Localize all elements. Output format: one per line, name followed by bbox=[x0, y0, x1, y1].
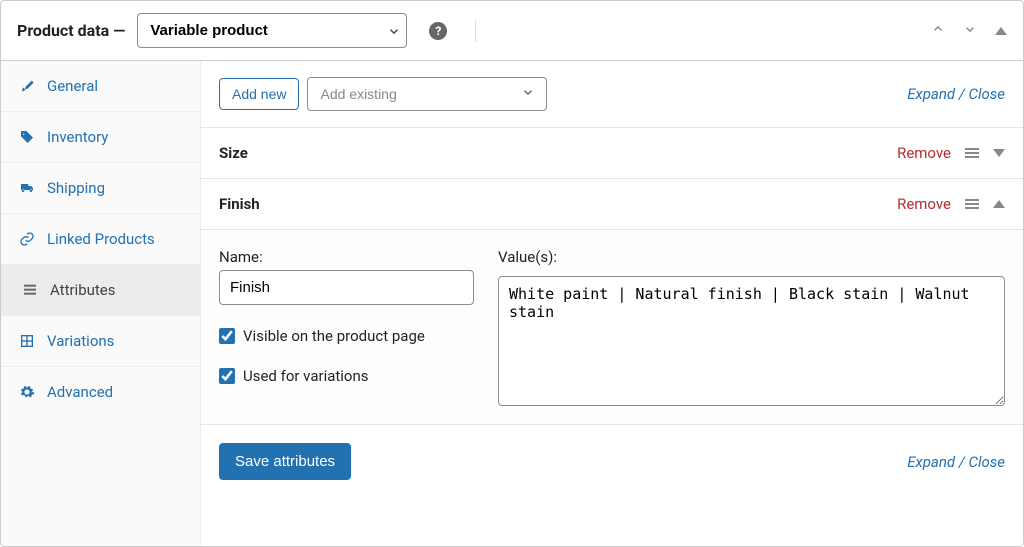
tab-advanced[interactable]: Advanced bbox=[1, 367, 200, 417]
tab-attributes[interactable]: Attributes bbox=[1, 265, 200, 316]
attribute-name-input[interactable] bbox=[219, 270, 474, 305]
drag-handle-icon[interactable] bbox=[965, 148, 979, 158]
attribute-editor-finish: Name: Visible on the product page Used f… bbox=[201, 229, 1023, 424]
divider bbox=[475, 20, 476, 42]
visible-checkbox-row[interactable]: Visible on the product page bbox=[219, 327, 474, 345]
panel-title: Product data — bbox=[17, 21, 125, 40]
attribute-row-finish[interactable]: Finish Remove bbox=[201, 178, 1023, 229]
tab-label: General bbox=[47, 77, 98, 95]
truck-icon bbox=[19, 180, 35, 196]
visible-checkbox[interactable] bbox=[219, 328, 235, 344]
gear-icon bbox=[19, 384, 35, 400]
used-variations-checkbox-row[interactable]: Used for variations bbox=[219, 367, 474, 385]
link-icon bbox=[19, 231, 35, 247]
help-icon[interactable]: ? bbox=[429, 22, 447, 40]
save-attributes-button[interactable]: Save attributes bbox=[219, 443, 351, 480]
attribute-name: Size bbox=[219, 144, 248, 162]
tab-label: Linked Products bbox=[47, 230, 155, 248]
collapse-triangle-icon[interactable] bbox=[993, 200, 1005, 208]
visible-label: Visible on the product page bbox=[243, 327, 425, 345]
expand-link[interactable]: Expand bbox=[907, 85, 955, 103]
expand-close-links: Expand / Close bbox=[907, 85, 1005, 103]
expand-link[interactable]: Expand bbox=[907, 453, 955, 471]
tab-variations[interactable]: Variations bbox=[1, 316, 200, 367]
attribute-name: Finish bbox=[219, 195, 260, 213]
attributes-footer: Save attributes Expand / Close bbox=[201, 424, 1023, 498]
wrench-icon bbox=[19, 78, 35, 94]
product-data-panel: Product data — Variable product ? Genera… bbox=[0, 0, 1024, 547]
tab-label: Advanced bbox=[47, 383, 113, 401]
tab-label: Attributes bbox=[50, 281, 116, 299]
product-type-select[interactable]: Variable product bbox=[137, 13, 407, 48]
tab-general[interactable]: General bbox=[1, 61, 200, 112]
tag-icon bbox=[19, 129, 35, 145]
values-label: Value(s): bbox=[498, 248, 1005, 266]
tab-shipping[interactable]: Shipping bbox=[1, 163, 200, 214]
list-icon bbox=[22, 282, 38, 298]
chevron-down-icon[interactable] bbox=[963, 22, 977, 40]
remove-attribute-link[interactable]: Remove bbox=[897, 144, 951, 162]
add-existing-select[interactable]: Add existing bbox=[307, 77, 547, 111]
collapse-triangle-icon[interactable] bbox=[995, 27, 1007, 35]
close-link[interactable]: Close bbox=[968, 85, 1005, 103]
attribute-values-textarea[interactable] bbox=[498, 276, 1005, 406]
expand-close-links: Expand / Close bbox=[907, 453, 1005, 471]
tab-inventory[interactable]: Inventory bbox=[1, 112, 200, 163]
grid-icon bbox=[19, 333, 35, 349]
attributes-toolbar: Add new Add existing Expand / Close bbox=[201, 61, 1023, 127]
tab-label: Shipping bbox=[47, 179, 105, 197]
tab-linked-products[interactable]: Linked Products bbox=[1, 214, 200, 265]
used-variations-checkbox[interactable] bbox=[219, 368, 235, 384]
chevron-up-icon[interactable] bbox=[931, 22, 945, 40]
tabs-sidebar: General Inventory Shipping Linked Produc… bbox=[1, 61, 201, 546]
panel-header: Product data — Variable product ? bbox=[1, 1, 1023, 61]
drag-handle-icon[interactable] bbox=[965, 199, 979, 209]
tab-label: Variations bbox=[47, 332, 114, 350]
tab-label: Inventory bbox=[47, 128, 108, 146]
expand-triangle-icon[interactable] bbox=[993, 149, 1005, 157]
add-new-button[interactable]: Add new bbox=[219, 78, 299, 110]
attribute-row-size[interactable]: Size Remove bbox=[201, 127, 1023, 178]
remove-attribute-link[interactable]: Remove bbox=[897, 195, 951, 213]
name-label: Name: bbox=[219, 248, 474, 266]
attributes-content: Add new Add existing Expand / Close Size bbox=[201, 61, 1023, 546]
close-link[interactable]: Close bbox=[968, 453, 1005, 471]
used-variations-label: Used for variations bbox=[243, 367, 369, 385]
